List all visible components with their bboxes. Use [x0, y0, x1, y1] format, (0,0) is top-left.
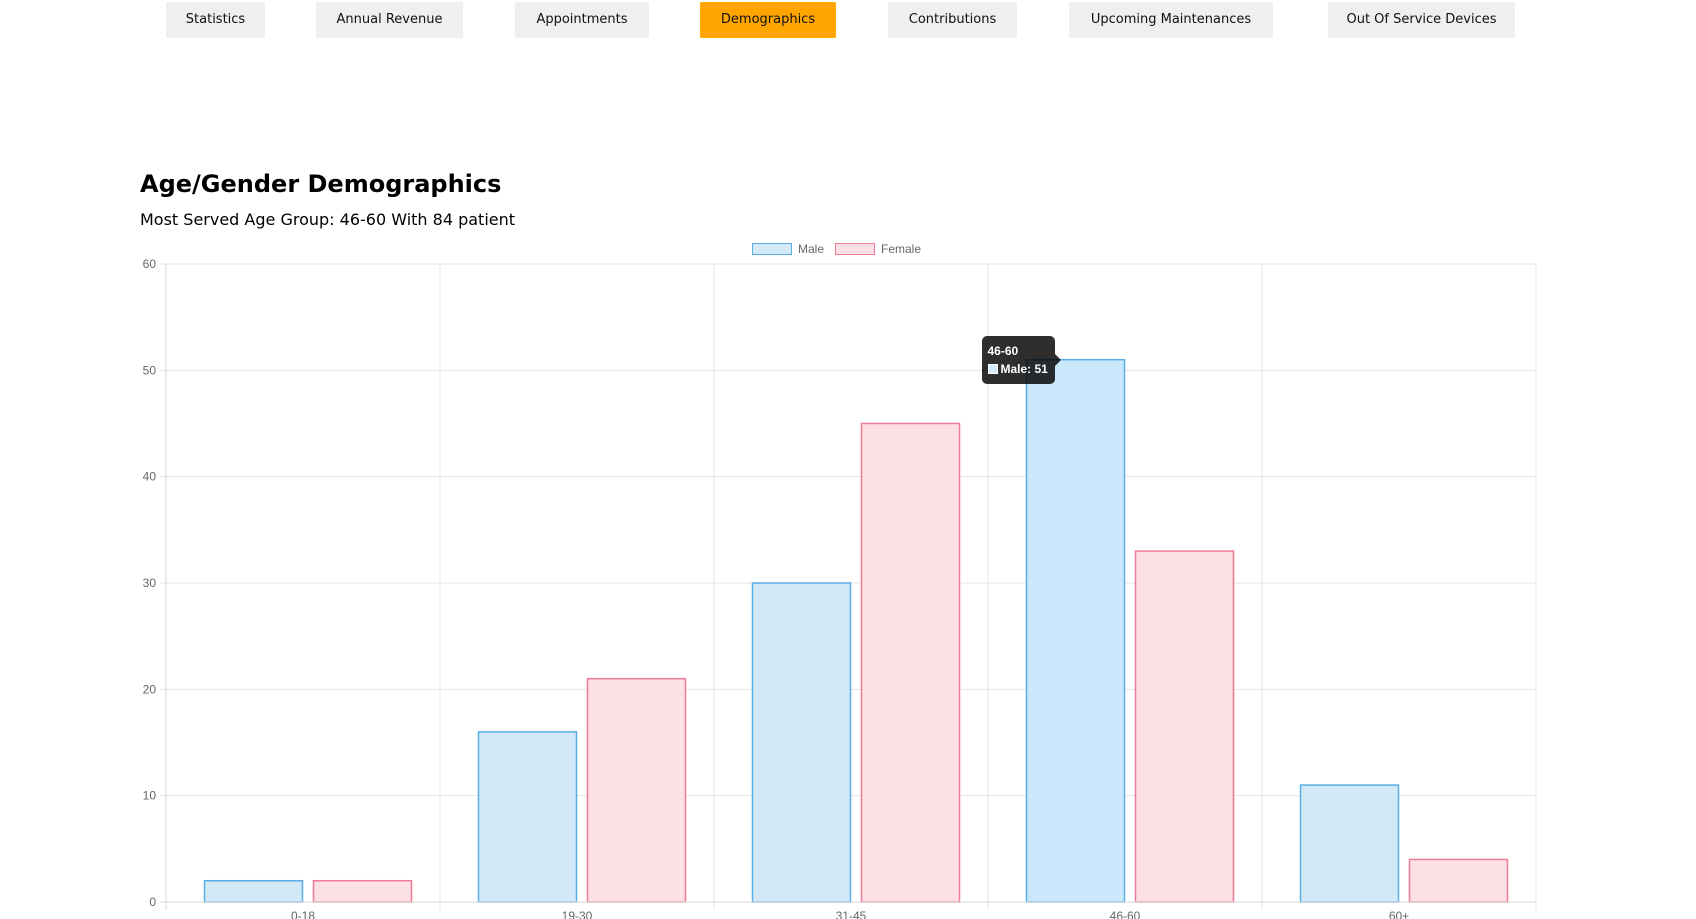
- bar-female-31-45[interactable]: [860, 422, 961, 903]
- x-tick-label-31-45: 31-45: [836, 909, 867, 919]
- bar-male-31-45[interactable]: [751, 582, 852, 903]
- bar-male-19-30[interactable]: [477, 731, 578, 903]
- chart-tooltip: 46-60 Male: 51: [981, 335, 1055, 384]
- x-tick-label-19-30: 19-30: [562, 909, 593, 919]
- y-tick-label-50: 50: [143, 363, 157, 377]
- y-tick-label-10: 10: [143, 789, 157, 803]
- y-tick-label-0: 0: [149, 895, 156, 909]
- bar-female-0-18[interactable]: [312, 879, 413, 903]
- x-tick-label-46-60: 46-60: [1110, 909, 1141, 919]
- y-tick-label-30: 30: [143, 576, 157, 590]
- bar-female-60+[interactable]: [1408, 858, 1509, 903]
- bar-female-19-30[interactable]: [586, 677, 687, 903]
- y-tick-label-60: 60: [143, 257, 157, 271]
- tooltip-label: Male: 51: [1000, 361, 1048, 376]
- y-tick-label-20: 20: [143, 682, 157, 696]
- x-tick-label-60+: 60+: [1389, 909, 1409, 919]
- x-tick-label-0-18: 0-18: [291, 909, 315, 919]
- tooltip-swatch: [987, 363, 998, 374]
- y-tick-label-40: 40: [143, 470, 157, 484]
- bar-male-46-60[interactable]: [1025, 358, 1126, 903]
- tooltip-caret: [1054, 353, 1061, 366]
- bar-chart: 0 10 20 30 40 50 60 0-18 19-30 31-45 46-60 60+: [143, 257, 1537, 919]
- bar-male-60+[interactable]: [1299, 784, 1400, 903]
- bar-female-46-60[interactable]: [1134, 550, 1235, 903]
- tooltip-title: 46-60: [987, 343, 1019, 358]
- bar-male-0-18[interactable]: [203, 879, 304, 903]
